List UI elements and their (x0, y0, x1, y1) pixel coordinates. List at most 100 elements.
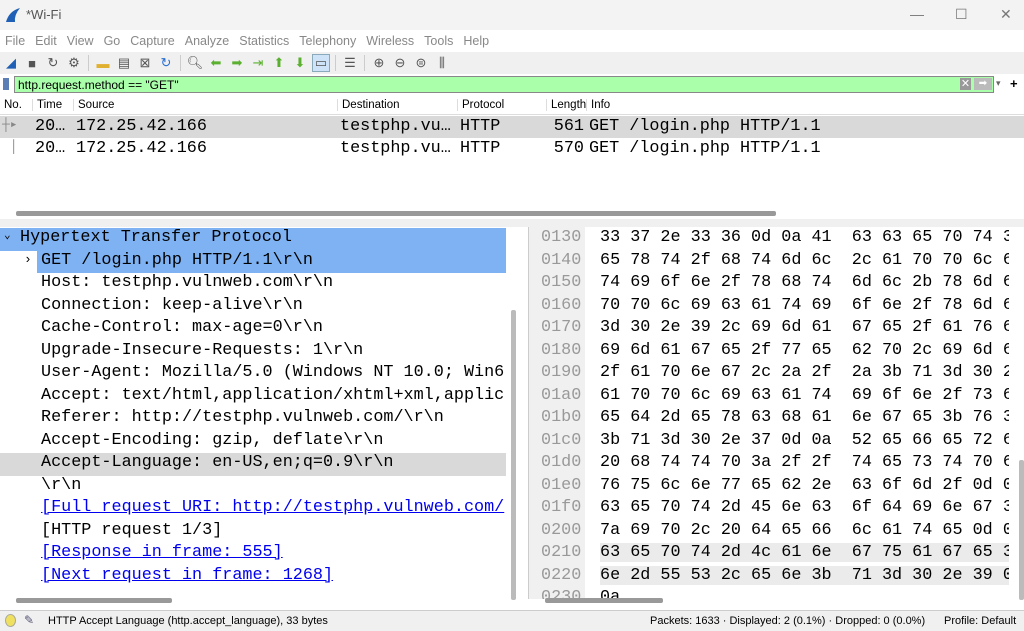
tree-item[interactable]: Connection: keep-alive\r\n (0, 296, 506, 319)
tree-item[interactable]: Accept-Language: en-US,en;q=0.9\r\n (0, 453, 506, 476)
packet-row[interactable]: ┼▸ 20… 172.25.42.166 testphp.vu… HTTP 561 GET … (0, 116, 1024, 138)
tree-item[interactable]: Accept: text/html,application/xhtml+xml,… (0, 386, 506, 409)
hex-bytes[interactable]: 63 65 70 74 2d 4c 61 6e 67 75 61 67 65 3 (600, 543, 1009, 562)
hex-bytes[interactable]: 20 68 74 74 70 3a 2f 2f 74 65 73 74 70 6 (600, 453, 1009, 472)
tree-item[interactable]: \r\n (0, 476, 506, 499)
add-filter-button[interactable]: + (1010, 76, 1018, 91)
open-file-icon[interactable]: ▬ (94, 54, 112, 72)
autoscroll-icon[interactable]: ▭ (312, 54, 330, 72)
expand-arrow-icon[interactable]: ⌄ (4, 228, 11, 242)
maximize-button[interactable]: ☐ (955, 6, 968, 23)
column-protocol[interactable]: Protocol (457, 99, 504, 111)
hex-row: 01a0 61 70 70 6c 69 63 61 74 69 6f 6e 2f … (529, 386, 1009, 409)
tree-item-label[interactable]: [Next request in frame: 1268] (41, 566, 333, 585)
details-vertical-scrollbar[interactable] (511, 310, 516, 600)
tree-item-label: [HTTP request 1/3] (41, 520, 223, 540)
collapse-arrow-icon[interactable]: › (24, 252, 32, 267)
bookmark-icon[interactable] (3, 78, 9, 90)
minimize-button[interactable]: — (910, 6, 924, 22)
find-packet-icon[interactable]: 🔍︎ (186, 54, 204, 72)
hex-bytes[interactable]: 33 37 2e 33 36 0d 0a 41 63 63 65 70 74 3 (600, 228, 1009, 247)
reload-file-icon[interactable]: ↻ (157, 54, 175, 72)
menu-telephony[interactable]: Telephony (294, 30, 361, 52)
hex-bytes[interactable]: 3b 71 3d 30 2e 37 0d 0a 52 65 66 65 72 6 (600, 431, 1009, 450)
close-file-icon[interactable]: ⊠ (136, 54, 154, 72)
close-button[interactable]: ✕ (1000, 6, 1012, 23)
edit-comment-icon[interactable]: ✎ (24, 613, 34, 627)
menu-help[interactable]: Help (458, 30, 494, 52)
go-to-packet-icon[interactable]: ⇥ (249, 54, 267, 72)
colorize-icon[interactable]: ☰ (341, 54, 359, 72)
column-source[interactable]: Source (73, 99, 114, 111)
hex-bytes[interactable]: 7a 69 70 2c 20 64 65 66 6c 61 74 65 0d 0 (600, 521, 1009, 540)
hex-offset: 01f0 (541, 498, 582, 517)
hex-bytes[interactable]: 65 78 74 2f 68 74 6d 6c 2c 61 70 70 6c 6 (600, 251, 1009, 270)
menu-statistics[interactable]: Statistics (234, 30, 294, 52)
tree-item[interactable]: Host: testphp.vulnweb.com\r\n (0, 273, 506, 296)
tree-item[interactable]: GET /login.php HTTP/1.1\r\n (37, 250, 506, 273)
menu-file[interactable]: File (0, 30, 30, 52)
tree-item[interactable]: [Next request in frame: 1268] (0, 566, 506, 589)
hex-bytes[interactable]: 61 70 70 6c 69 63 61 74 69 6f 6e 2f 73 6 (600, 386, 1009, 405)
zoom-reset-icon[interactable]: ⊜ (412, 54, 430, 72)
hex-bytes[interactable]: 3d 30 2e 39 2c 69 6d 61 67 65 2f 61 76 6 (600, 318, 1009, 337)
last-packet-icon[interactable]: ⬇ (291, 54, 309, 72)
expert-info-icon[interactable] (5, 614, 16, 627)
capture-options-icon[interactable]: ⚙ (65, 54, 83, 72)
apply-filter-icon[interactable]: ➡ (974, 78, 992, 90)
zoom-out-icon[interactable]: ⊖ (391, 54, 409, 72)
tree-item-label[interactable]: [Full request URI: http://testphp.vulnwe… (41, 498, 504, 517)
filter-dropdown-icon[interactable]: ▾ (996, 78, 1001, 89)
go-forward-icon[interactable]: ➡ (228, 54, 246, 72)
bytes-vertical-scrollbar[interactable] (1019, 460, 1024, 600)
column-info[interactable]: Info (586, 99, 610, 111)
save-file-icon[interactable]: ▤ (115, 54, 133, 72)
menu-go[interactable]: Go (99, 30, 126, 52)
first-packet-icon[interactable]: ⬆ (270, 54, 288, 72)
hex-bytes[interactable]: 2f 61 70 6e 67 2c 2a 2f 2a 3b 71 3d 30 2 (600, 363, 1009, 382)
restart-capture-icon[interactable]: ↻ (44, 54, 62, 72)
clear-filter-icon[interactable]: ✕ (960, 78, 971, 90)
menu-tools[interactable]: Tools (419, 30, 458, 52)
bytes-horizontal-scrollbar[interactable] (545, 598, 663, 603)
column-destination[interactable]: Destination (337, 99, 400, 111)
hex-bytes[interactable]: 70 70 6c 69 63 61 74 69 6f 6e 2f 78 6d 6 (600, 296, 1009, 315)
tree-node-http[interactable]: ⌄ Hypertext Transfer Protocol (0, 228, 506, 251)
packet-list-scrollbar[interactable] (16, 211, 776, 216)
hex-bytes[interactable]: 74 69 6f 6e 2f 78 68 74 6d 6c 2b 78 6d 6 (600, 273, 1009, 292)
tree-item[interactable]: [Full request URI: http://testphp.vulnwe… (0, 498, 506, 521)
menu-wireless[interactable]: Wireless (361, 30, 419, 52)
tree-item[interactable]: [HTTP request 1/3] (0, 521, 506, 544)
details-horizontal-scrollbar[interactable] (16, 598, 172, 603)
column-no[interactable]: No. (0, 99, 22, 111)
tree-item[interactable]: Referer: http://testphp.vulnweb.com/\r\n (0, 408, 506, 431)
hex-bytes[interactable]: 63 65 70 74 2d 45 6e 63 6f 64 69 6e 67 3 (600, 498, 1009, 517)
zoom-in-icon[interactable]: ⊕ (370, 54, 388, 72)
menu-analyze[interactable]: Analyze (180, 30, 234, 52)
stop-capture-icon[interactable]: ■ (23, 54, 41, 72)
hex-bytes[interactable]: 6e 2d 55 53 2c 65 6e 3b 71 3d 30 2e 39 0 (600, 565, 1009, 585)
tree-item[interactable]: Accept-Encoding: gzip, deflate\r\n (0, 431, 506, 454)
packet-row[interactable]: │ 20… 172.25.42.166 testphp.vu… HTTP 570 GET /… (0, 138, 1024, 160)
tree-item[interactable]: [Response in frame: 555] (0, 543, 506, 566)
menu-edit[interactable]: Edit (30, 30, 62, 52)
tree-item[interactable]: Cache-Control: max-age=0\r\n (0, 318, 506, 341)
menu-capture[interactable]: Capture (125, 30, 179, 52)
separator (88, 55, 89, 71)
tree-item[interactable]: Upgrade-Insecure-Requests: 1\r\n (0, 341, 506, 364)
hex-bytes[interactable]: 76 75 6c 6e 77 65 62 2e 63 6f 6d 2f 0d 0 (600, 476, 1009, 495)
column-length[interactable]: Length (546, 99, 586, 111)
menu-view[interactable]: View (62, 30, 99, 52)
column-time[interactable]: Time (32, 99, 62, 111)
start-capture-icon[interactable]: ◢ (2, 54, 20, 72)
display-filter-input[interactable]: http.request.method == "GET" (14, 76, 994, 93)
go-back-icon[interactable]: ⬅ (207, 54, 225, 72)
tree-item-label[interactable]: [Response in frame: 555] (41, 543, 283, 562)
hex-row: 0210 63 65 70 74 2d 4c 61 6e 67 75 61 67 … (529, 543, 1009, 566)
hex-bytes[interactable]: 65 64 2d 65 78 63 68 61 6e 67 65 3b 76 3 (600, 408, 1009, 427)
pane-splitter[interactable] (0, 219, 1024, 227)
profile-label[interactable]: Profile: Default (944, 615, 1016, 627)
hex-bytes[interactable]: 69 6d 61 67 65 2f 77 65 62 70 2c 69 6d 6 (600, 341, 1009, 360)
resize-columns-icon[interactable]: ⫼ (433, 54, 451, 72)
tree-item[interactable]: User-Agent: Mozilla/5.0 (Windows NT 10.0… (0, 363, 506, 386)
